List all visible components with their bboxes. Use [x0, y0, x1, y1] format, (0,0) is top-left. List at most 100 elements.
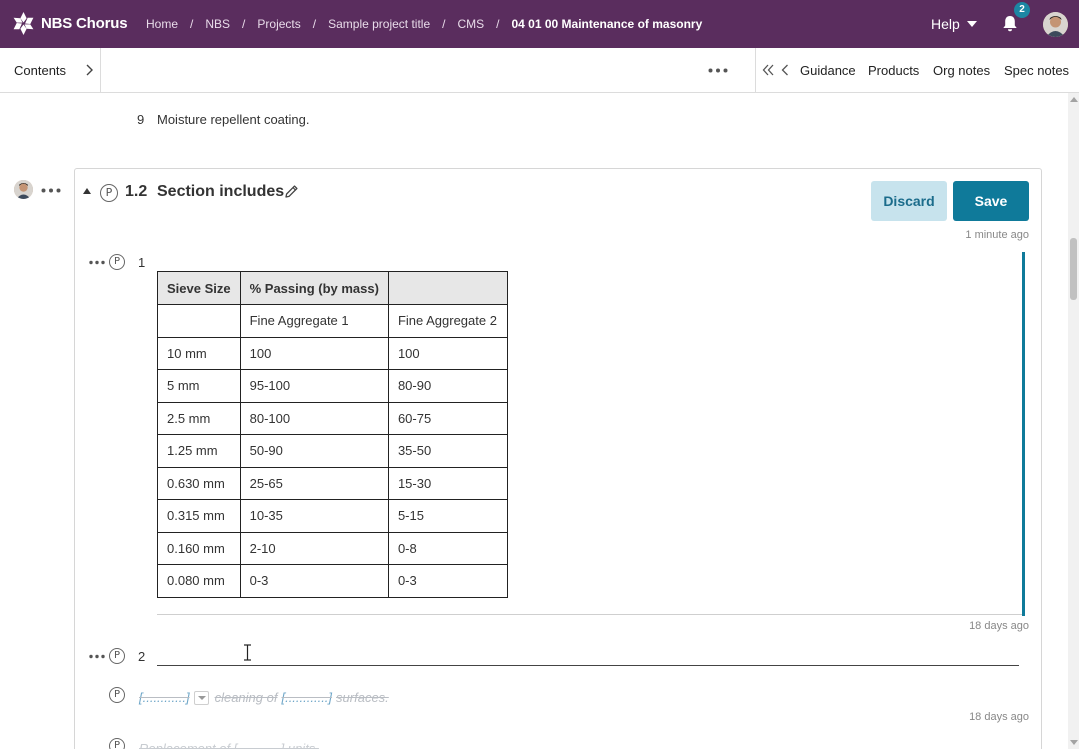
item-options-icon[interactable]: [89, 654, 105, 659]
table-cell[interactable]: [157, 304, 241, 338]
chevron-right-icon: [86, 64, 93, 76]
table-row: 10 mm 100 100: [157, 336, 508, 370]
deleted-text: cleaning of: [214, 690, 278, 705]
breadcrumb-projects[interactable]: Projects: [257, 17, 300, 31]
tab-spec-notes[interactable]: Spec notes: [1004, 63, 1069, 78]
pencil-icon[interactable]: [284, 184, 299, 199]
item-text-input-underline[interactable]: [157, 665, 1019, 666]
table-cell[interactable]: 80-100: [239, 401, 389, 435]
clause-number: 1.2: [125, 183, 148, 200]
table-row: 2.5 mm 80-100 60-75: [157, 401, 508, 435]
dropdown-icon[interactable]: [193, 690, 209, 705]
save-button[interactable]: Save: [953, 181, 1029, 221]
table-cell[interactable]: 15-30: [387, 466, 508, 500]
table-cell[interactable]: 0-3: [239, 564, 389, 598]
placeholder-field[interactable]: [............]: [281, 690, 332, 705]
item-timestamp: 18 days ago: [969, 620, 1029, 632]
breadcrumb-separator: /: [496, 17, 500, 31]
p-marker-icon[interactable]: P: [109, 687, 125, 703]
scrollbar-thumb[interactable]: [1070, 238, 1077, 300]
help-menu[interactable]: Help: [931, 16, 977, 32]
user-photo-icon: [14, 180, 33, 199]
table-header[interactable]: [387, 271, 508, 305]
table-cell[interactable]: 0-8: [387, 531, 508, 565]
scroll-up-arrow-icon[interactable]: [1070, 97, 1078, 102]
table-row: Fine Aggregate 1 Fine Aggregate 2: [157, 304, 508, 338]
placeholder-field[interactable]: [............]: [139, 690, 190, 705]
table-cell[interactable]: 0.080 mm: [157, 564, 241, 598]
table-cell[interactable]: 0.160 mm: [157, 531, 241, 565]
tab-guidance[interactable]: Guidance: [800, 63, 856, 78]
bell-icon[interactable]: [1002, 15, 1018, 33]
clause-options-icon[interactable]: [41, 188, 61, 193]
table-cell[interactable]: Fine Aggregate 1: [239, 304, 389, 338]
item-options-icon[interactable]: [89, 260, 105, 265]
table-cell[interactable]: 0-3: [387, 564, 508, 598]
table-cell[interactable]: 5-15: [387, 499, 508, 533]
table-cell[interactable]: 0.630 mm: [157, 466, 241, 500]
vertical-scrollbar[interactable]: [1068, 93, 1079, 749]
user-avatar[interactable]: [1043, 12, 1068, 37]
p-marker-icon[interactable]: P: [109, 254, 125, 270]
tab-org-notes[interactable]: Org notes: [933, 63, 990, 78]
table-cell[interactable]: 2.5 mm: [157, 401, 241, 435]
clause-editor-card: P 1.2 Section includes Discard Save 1 mi…: [74, 168, 1042, 749]
chevron-double-left-icon[interactable]: [762, 64, 774, 76]
table-cell[interactable]: 100: [239, 336, 389, 370]
document-toolbar: Contents Guidance Products Org notes Spe…: [0, 48, 1079, 93]
edited-timestamp: 1 minute ago: [965, 229, 1029, 241]
scroll-down-arrow-icon[interactable]: [1070, 740, 1078, 745]
table-header[interactable]: Sieve Size: [157, 271, 241, 305]
more-options-icon[interactable]: [708, 68, 728, 73]
notification-badge: 2: [1014, 2, 1030, 18]
table-cell[interactable]: 60-75: [387, 401, 508, 435]
table-cell[interactable]: 0.315 mm: [157, 499, 241, 533]
table-cell[interactable]: 10-35: [239, 499, 389, 533]
table-row: 1.25 mm 50-90 35-50: [157, 434, 508, 468]
table-cell[interactable]: 50-90: [239, 434, 389, 468]
clause-title[interactable]: Section includes: [157, 183, 284, 201]
item-timestamp: 18 days ago: [969, 711, 1029, 723]
list-item-number: 9: [137, 112, 145, 127]
breadcrumb-project-title[interactable]: Sample project title: [328, 17, 430, 31]
table-cell[interactable]: 5 mm: [157, 369, 241, 403]
breadcrumb-separator: /: [242, 17, 246, 31]
table-cell[interactable]: 2-10: [239, 531, 389, 565]
table-header[interactable]: % Passing (by mass): [239, 271, 389, 305]
table-cell[interactable]: 100: [387, 336, 508, 370]
breadcrumb-current-section: 04 01 00 Maintenance of masonry: [511, 17, 703, 31]
p-marker-icon[interactable]: P: [109, 648, 125, 664]
table-cell[interactable]: 35-50: [387, 434, 508, 468]
breadcrumb-cms[interactable]: CMS: [457, 17, 484, 31]
table-cell[interactable]: Fine Aggregate 2: [387, 304, 508, 338]
brand-name: NBS Chorus: [41, 15, 128, 32]
breadcrumb-nbs[interactable]: NBS: [205, 17, 230, 31]
help-label: Help: [931, 16, 960, 32]
collapse-arrow-icon[interactable]: [83, 188, 91, 194]
breadcrumb-home[interactable]: Home: [146, 17, 178, 31]
nbs-chorus-logo[interactable]: NBS Chorus: [11, 11, 128, 36]
sieve-size-table[interactable]: Sieve Size % Passing (by mass) Fine Aggr…: [157, 271, 508, 598]
top-header: NBS Chorus Home / NBS / Projects / Sampl…: [0, 0, 1079, 48]
list-item-text: Moisture repellent coating.: [157, 112, 310, 127]
table-row: 0.630 mm 25-65 15-30: [157, 466, 508, 500]
breadcrumb-separator: /: [190, 17, 194, 31]
breadcrumb-separator: /: [442, 17, 446, 31]
user-photo-icon: [1043, 12, 1068, 37]
contents-button[interactable]: Contents: [0, 48, 101, 92]
tab-products[interactable]: Products: [868, 63, 919, 78]
p-marker-icon[interactable]: P: [109, 738, 125, 749]
item-number: 1: [138, 255, 146, 270]
p-marker-icon[interactable]: P: [100, 184, 118, 202]
table-cell[interactable]: 1.25 mm: [157, 434, 241, 468]
deleted-item-text: Replacement of [............] units.: [139, 741, 319, 749]
table-cell[interactable]: 95-100: [239, 369, 389, 403]
discard-button[interactable]: Discard: [871, 181, 947, 221]
breadcrumb: Home / NBS / Projects / Sample project t…: [146, 17, 702, 31]
chevron-left-icon[interactable]: [781, 64, 789, 76]
editor-avatar[interactable]: [14, 180, 33, 199]
table-cell[interactable]: 25-65: [239, 466, 389, 500]
table-cell[interactable]: 80-90: [387, 369, 508, 403]
table-cell[interactable]: 10 mm: [157, 336, 241, 370]
item-divider: [157, 614, 1023, 615]
